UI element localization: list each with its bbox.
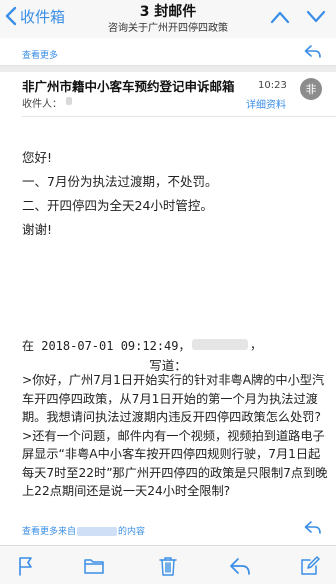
quote-line: 屏显示“非粤A中小客车按开四停四规则行驶，7月1日起: [22, 447, 321, 461]
avatar[interactable]: 非: [300, 78, 322, 100]
reply-icon[interactable]: [304, 521, 322, 535]
reply-icon[interactable]: [304, 45, 322, 59]
view-more-from-sender-link[interactable]: 查看更多来自 的内容: [22, 524, 145, 537]
folder-icon: [84, 559, 104, 574]
view-more-prefix: 查看更多来自: [22, 527, 77, 537]
recipient-label: 收件人：: [22, 99, 62, 110]
flag-button[interactable]: [14, 554, 38, 578]
delete-button[interactable]: [156, 554, 180, 578]
trash-icon: [159, 557, 177, 576]
redacted-sender: [192, 339, 248, 350]
chevron-down-icon: [306, 10, 326, 23]
quoted-message: >你好，广州7月1日开始实行的针对非粤A牌的中小型汽 车开四停四政策，从7月1日…: [22, 371, 327, 501]
body-line: 您好!: [22, 150, 53, 165]
quote-line: 期。我想请问执法过渡期内违反开四停四政策怎么处罚?: [22, 410, 321, 424]
previous-message-button[interactable]: [268, 6, 292, 28]
previous-message-stub: 查看更多: [0, 38, 336, 66]
redacted-sender: [77, 527, 118, 536]
email-time: 10:23: [258, 80, 287, 91]
quote-line: 上22点期间还是说一天24小时全限制?: [22, 484, 231, 498]
bottom-toolbar: [0, 545, 336, 584]
view-more-link[interactable]: 查看更多: [22, 48, 58, 61]
navigation-bar: 收件箱 3 封邮件 咨询关于广州开四停四政策: [0, 0, 336, 38]
reply-icon: [230, 558, 250, 575]
body-line: 一、7月份为执法过渡期，不处罚。: [22, 174, 218, 189]
flag-icon: [19, 557, 32, 576]
message-separator: [0, 66, 336, 72]
chevron-up-icon: [270, 11, 290, 24]
body-line: 谢谢!: [22, 222, 53, 237]
message-navigation: [268, 6, 328, 28]
quote-line: >你好，广州7月1日开始实行的针对非粤A牌的中小型汽: [22, 373, 325, 387]
quote-line: >还有一个问题，邮件内有一个视频，视频拍到道路电子: [22, 428, 325, 443]
email-sender: 非广州市籍中小客车预约登记申诉邮箱: [22, 79, 235, 94]
header-divider: [22, 116, 336, 117]
details-link[interactable]: 详细资料: [246, 96, 286, 111]
next-message-button[interactable]: [304, 6, 328, 28]
compose-icon: [301, 556, 320, 575]
quote-line: 每天7时至22时”那广州开四停四的政策是只限制7点到晚: [22, 465, 328, 480]
quote-line: 车开四停四政策，从7月1日开始的第一个月为执法过渡: [22, 391, 318, 406]
view-more-suffix: 的内容: [118, 527, 146, 537]
body-line: 二、开四停四为全天24小时管控。: [22, 198, 213, 213]
recipient-redacted: [66, 97, 72, 105]
quote-header: 在 2018-07-01 09:12:49，: [22, 339, 191, 353]
email-body: 您好! 一、7月份为执法过渡期，不处罚。 二、开四停四为全天24小时管控。 谢谢…: [22, 146, 217, 242]
move-to-folder-button[interactable]: [82, 554, 106, 578]
quote-header-suffix: ，: [250, 338, 263, 352]
reply-button[interactable]: [228, 554, 252, 578]
compose-button[interactable]: [298, 554, 322, 578]
